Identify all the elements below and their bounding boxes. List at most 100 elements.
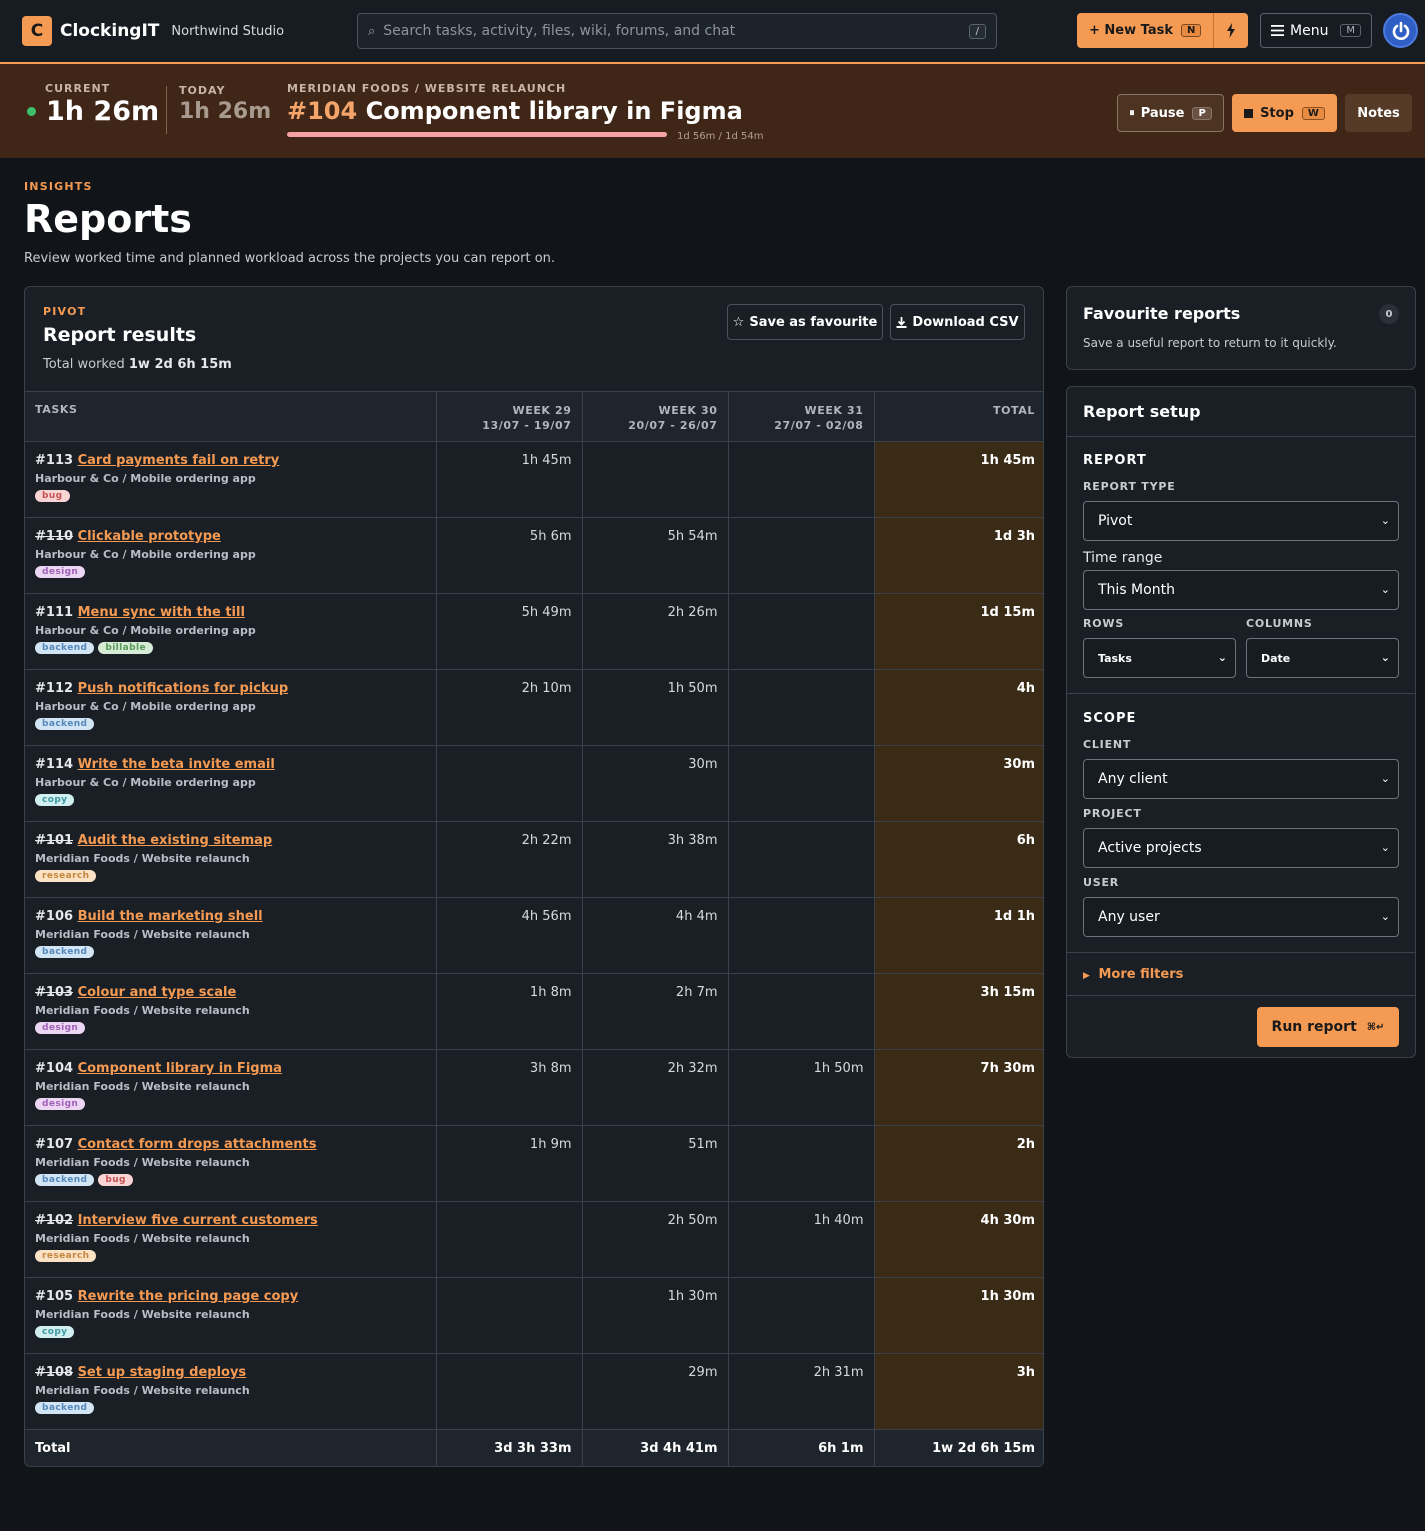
table-row: #114 Write the beta invite email Harbour … — [25, 745, 1043, 822]
total-worked-label: Total worked — [43, 357, 125, 372]
task-number: #105 — [35, 1289, 74, 1304]
task-tags: design — [35, 1022, 436, 1034]
org-name: Northwind Studio — [171, 23, 285, 39]
page-heading: INSIGHTS Reports Review worked time and … — [24, 180, 555, 266]
new-task-label: + New Task — [1089, 23, 1173, 38]
search-input[interactable]: ⌕ Search tasks, activity, files, wiki, f… — [357, 13, 997, 49]
task-cell: #104 Component library in Figma Meridian … — [25, 1049, 436, 1126]
pause-button[interactable]: ⏸ Pause P — [1117, 94, 1224, 132]
run-report-button[interactable]: Run report ⌘↵ — [1257, 1007, 1399, 1047]
app-logo[interactable]: C — [22, 16, 52, 46]
tag-design[interactable]: design — [35, 1098, 86, 1110]
tag-bug[interactable]: bug — [98, 1174, 133, 1186]
project-select[interactable]: Active projects ⌄ — [1083, 828, 1399, 868]
column-header-total[interactable]: TOTAL — [873, 391, 1043, 442]
task-tags: copy — [35, 1326, 436, 1338]
task-link[interactable]: Audit the existing sitemap — [78, 833, 273, 848]
quick-action-button[interactable] — [1214, 13, 1248, 48]
tag-backend[interactable]: backend — [35, 642, 95, 654]
task-link[interactable]: Colour and type scale — [78, 985, 237, 1000]
user-avatar[interactable] — [1383, 13, 1418, 48]
week-30-label: WEEK 30 — [658, 404, 718, 417]
week-29-cell: 3h 8m — [435, 1049, 582, 1126]
task-project: Meridian Foods / Website relaunch — [35, 852, 250, 865]
table-row: #107 Contact form drops attachments Merid… — [25, 1125, 1043, 1202]
week-30-cell: 29m — [581, 1353, 728, 1430]
report-type-label: REPORT TYPE — [1083, 480, 1176, 493]
task-number: #106 — [35, 909, 74, 924]
task-tags: backend — [35, 718, 436, 730]
table-row: #108 Set up staging deploys Meridian Food… — [25, 1353, 1043, 1430]
total-cell: 3h — [873, 1353, 1043, 1430]
task-link[interactable]: Clickable prototype — [78, 529, 221, 544]
client-select[interactable]: Any client ⌄ — [1083, 759, 1399, 799]
week-30-cell: 5h 54m — [581, 517, 728, 594]
report-header: PIVOT Report results Total worked 1w 2d … — [25, 287, 1043, 391]
stop-button[interactable]: Stop W — [1232, 94, 1337, 132]
page-title: Reports — [24, 197, 192, 241]
user-value: Any user — [1098, 909, 1160, 925]
column-header-week-31[interactable]: WEEK 31 27/07 - 02/08 — [727, 391, 874, 442]
task-link[interactable]: Build the marketing shell — [78, 909, 263, 924]
task-number: #114 — [35, 757, 74, 772]
more-filters-toggle[interactable]: ▶ More filters — [1083, 967, 1183, 982]
week-30-range: 20/07 - 26/07 — [628, 419, 718, 432]
report-type-select[interactable]: Pivot ⌄ — [1083, 501, 1399, 541]
save-favourite-button[interactable]: ☆ Save as favourite — [727, 304, 883, 340]
page-subtitle: Review worked time and planned workload … — [24, 251, 556, 266]
task-link[interactable]: Write the beta invite email — [78, 757, 275, 772]
menu-button[interactable]: Menu M — [1260, 13, 1372, 48]
column-header-tasks[interactable]: TASKS — [25, 391, 436, 442]
task-link[interactable]: Set up staging deploys — [78, 1365, 247, 1380]
tag-research[interactable]: research — [35, 870, 97, 882]
columns-label: COLUMNS — [1246, 617, 1313, 630]
task-link[interactable]: Menu sync with the till — [78, 605, 245, 620]
report-results-card: PIVOT Report results Total worked 1w 2d … — [24, 286, 1044, 1467]
section-divider — [1067, 952, 1415, 953]
tag-backend[interactable]: backend — [35, 946, 95, 958]
task-link[interactable]: Component library in Figma — [78, 1061, 282, 1076]
stop-shortcut-key: W — [1301, 106, 1325, 120]
hamburger-icon — [1271, 25, 1284, 36]
app-name[interactable]: ClockingIT — [60, 21, 159, 41]
timer-task-number: #104 — [287, 97, 358, 125]
task-link[interactable]: Card payments fail on retry — [78, 453, 280, 468]
tag-design[interactable]: design — [35, 1022, 86, 1034]
week-30-cell: 51m — [581, 1125, 728, 1202]
tag-backend[interactable]: backend — [35, 1174, 95, 1186]
client-value: Any client — [1098, 771, 1168, 787]
notes-button[interactable]: Notes — [1345, 94, 1412, 132]
total-cell: 1h 45m — [873, 441, 1043, 518]
column-header-week-30[interactable]: WEEK 30 20/07 - 26/07 — [581, 391, 728, 442]
pivot-table: TASKS WEEK 29 13/07 - 19/07 WEEK 30 20/0… — [25, 391, 1043, 1466]
task-project: Meridian Foods / Website relaunch — [35, 1384, 250, 1397]
new-task-button[interactable]: + New Task N — [1077, 13, 1215, 48]
tag-design[interactable]: design — [35, 566, 86, 578]
tag-backend[interactable]: backend — [35, 718, 95, 730]
task-cell: #105 Rewrite the pricing page copy Meridi… — [25, 1277, 436, 1354]
timer-task-title[interactable]: #104 Component library in Figma — [287, 97, 743, 125]
rows-select[interactable]: Tasks ⌄ — [1083, 638, 1236, 678]
timer-divider — [166, 86, 167, 134]
task-tags: research — [35, 870, 436, 882]
tag-backend[interactable]: backend — [35, 1402, 95, 1414]
week-29-range: 13/07 - 19/07 — [482, 419, 572, 432]
task-number: #107 — [35, 1137, 74, 1152]
task-link[interactable]: Interview five current customers — [78, 1213, 318, 1228]
task-link[interactable]: Rewrite the pricing page copy — [78, 1289, 299, 1304]
tag-billable[interactable]: billable — [98, 642, 153, 654]
tag-copy[interactable]: copy — [35, 794, 75, 806]
top-bar: C ClockingIT Northwind Studio ⌕ Search t… — [0, 0, 1425, 62]
tag-research[interactable]: research — [35, 1250, 97, 1262]
task-link[interactable]: Contact form drops attachments — [78, 1137, 317, 1152]
columns-select[interactable]: Date ⌄ — [1246, 638, 1399, 678]
user-select[interactable]: Any user ⌄ — [1083, 897, 1399, 937]
column-header-week-29[interactable]: WEEK 29 13/07 - 19/07 — [435, 391, 582, 442]
task-link[interactable]: Push notifications for pickup — [78, 681, 289, 696]
time-range-select[interactable]: This Month ⌄ — [1083, 570, 1399, 610]
favourites-title: Favourite reports — [1083, 304, 1241, 323]
tag-bug[interactable]: bug — [35, 490, 70, 502]
tag-copy[interactable]: copy — [35, 1326, 75, 1338]
table-row: #103 Colour and type scale Meridian Foods… — [25, 973, 1043, 1050]
download-csv-button[interactable]: Download CSV — [890, 304, 1025, 340]
